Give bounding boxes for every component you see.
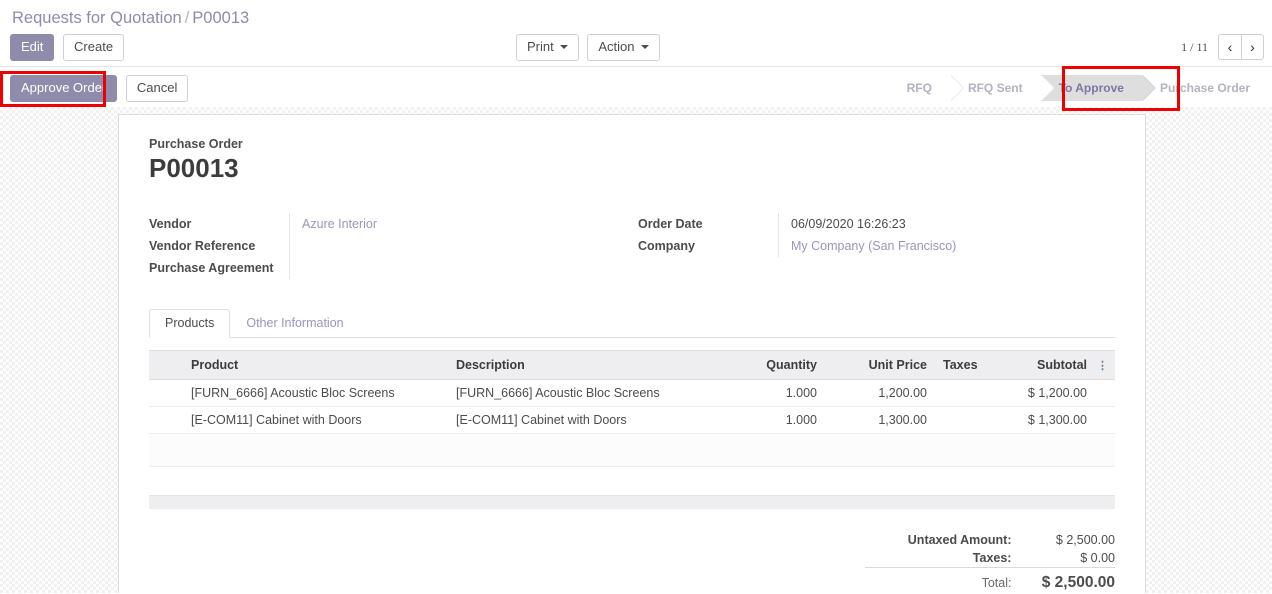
field-label-vendor-reference: Vendor Reference [149, 235, 290, 257]
totals-section: Untaxed Amount: $ 2,500.00 Taxes: $ 0.00… [149, 531, 1115, 594]
cell-taxes[interactable] [935, 407, 998, 434]
breadcrumb-parent-link[interactable]: Requests for Quotation [12, 9, 182, 27]
breadcrumb-current: P00013 [192, 9, 249, 27]
cell-subtotal: $ 1,300.00 [998, 407, 1095, 434]
statusbar-row: Approve Order Cancel RFQ RFQ Sent To App… [0, 66, 1272, 106]
cell-description[interactable]: [E-COM11] Cabinet with Doors [448, 407, 713, 434]
field-value-order-date[interactable]: 06/09/2020 16:26:23 [779, 213, 1116, 235]
dropdown-button-group: Print Action [516, 34, 660, 61]
order-lines-header-row: Product Description Quantity Unit Price … [149, 351, 1115, 380]
total-row: Total: $ 2,500.00 [865, 568, 1115, 594]
field-row-vendor-reference: Vendor Reference [149, 235, 632, 257]
field-value-purchase-agreement[interactable] [290, 257, 633, 279]
field-value-vendor[interactable]: Azure Interior [290, 213, 633, 235]
cell-product[interactable]: [FURN_6666] Acoustic Bloc Screens [183, 380, 448, 407]
tab-products[interactable]: Products [149, 309, 230, 338]
row-handle[interactable] [149, 407, 183, 434]
field-row-order-date: Order Date 06/09/2020 16:26:23 [638, 213, 1115, 235]
taxes-value: $ 0.00 [1011, 549, 1115, 568]
record-pager: 1 / 11 ‹ › [1181, 34, 1264, 60]
field-group-left: Vendor Azure Interior Vendor Reference P… [149, 213, 632, 279]
status-item-purchase-order[interactable]: Purchase Order [1142, 75, 1272, 101]
column-header-quantity[interactable]: Quantity [713, 351, 825, 380]
column-header-subtotal[interactable]: Subtotal [998, 351, 1095, 380]
action-label: Action [598, 39, 634, 54]
chevron-right-icon[interactable]: › [1241, 34, 1264, 60]
field-group-right: Order Date 06/09/2020 16:26:23 Company M… [632, 213, 1115, 279]
column-header-taxes[interactable]: Taxes [935, 351, 998, 380]
total-value: $ 2,500.00 [1011, 568, 1115, 594]
cell-row-options [1095, 407, 1115, 434]
status-item-to-approve[interactable]: To Approve [1041, 75, 1142, 101]
table-row[interactable]: [FURN_6666] Acoustic Bloc Screens [FURN_… [149, 380, 1115, 407]
notebook-tab-list: Products Other Information [149, 309, 1115, 338]
cell-unit-price[interactable]: 1,300.00 [825, 407, 935, 434]
field-label-vendor: Vendor [149, 213, 290, 235]
column-header-product[interactable]: Product [183, 351, 448, 380]
column-header-description[interactable]: Description [448, 351, 713, 380]
field-label-order-date: Order Date [638, 213, 779, 235]
taxes-row: Taxes: $ 0.00 [865, 549, 1115, 568]
create-button[interactable]: Create [63, 34, 124, 61]
field-label-purchase-agreement: Purchase Agreement [149, 257, 290, 279]
breadcrumb-separator: / [182, 9, 193, 27]
taxes-label: Taxes: [865, 549, 1011, 568]
cell-quantity[interactable]: 1.000 [713, 407, 825, 434]
print-label: Print [527, 39, 554, 54]
table-row[interactable]: [E-COM11] Cabinet with Doors [E-COM11] C… [149, 407, 1115, 434]
primary-button-row: Edit Create Print Action 1 / 11 ‹ › [0, 34, 1272, 66]
field-value-company[interactable]: My Company (San Francisco) [779, 235, 1116, 257]
page-title: P00013 [149, 153, 1115, 183]
totals-table: Untaxed Amount: $ 2,500.00 Taxes: $ 0.00… [865, 531, 1115, 594]
breadcrumb: Requests for Quotation/P00013 [12, 8, 1272, 28]
edit-button[interactable]: Edit [10, 34, 54, 61]
column-header-unit-price[interactable]: Unit Price [825, 351, 935, 380]
table-filler-row [149, 434, 1115, 467]
total-label: Total: [865, 568, 1011, 594]
field-row-purchase-agreement: Purchase Agreement [149, 257, 632, 279]
vertical-dots-icon[interactable]: ⋮ [1095, 351, 1115, 380]
action-dropdown-button[interactable]: Action [587, 34, 659, 61]
order-lines-table: Product Description Quantity Unit Price … [149, 350, 1115, 467]
chevron-down-icon [641, 45, 649, 49]
field-value-vendor-reference[interactable] [290, 235, 633, 257]
field-label-company: Company [638, 235, 779, 257]
status-item-rfq[interactable]: RFQ [889, 75, 950, 101]
handle-column-header [149, 351, 183, 380]
chevron-left-icon[interactable]: ‹ [1218, 34, 1241, 60]
cell-product[interactable]: [E-COM11] Cabinet with Doors [183, 407, 448, 434]
cell-description[interactable]: [FURN_6666] Acoustic Bloc Screens [448, 380, 713, 407]
untaxed-amount-value: $ 2,500.00 [1011, 531, 1115, 549]
status-pipeline: RFQ RFQ Sent To Approve Purchase Order [889, 75, 1272, 101]
print-dropdown-button[interactable]: Print [516, 34, 579, 61]
untaxed-amount-label: Untaxed Amount: [865, 531, 1011, 549]
pager-count[interactable]: 1 / 11 [1181, 34, 1208, 60]
cancel-button[interactable]: Cancel [126, 75, 188, 102]
control-panel-breadcrumb-bar: Requests for Quotation/P00013 [0, 0, 1272, 34]
field-row-vendor: Vendor Azure Interior [149, 213, 632, 235]
cell-quantity[interactable]: 1.000 [713, 380, 825, 407]
approve-order-button[interactable]: Approve Order [10, 75, 117, 102]
pager-buttons: ‹ › [1218, 34, 1264, 60]
filler-cell [149, 434, 1115, 467]
order-lines-footer-bar [149, 495, 1115, 509]
untaxed-amount-row: Untaxed Amount: $ 2,500.00 [865, 531, 1115, 549]
cell-row-options [1095, 380, 1115, 407]
record-subtitle: Purchase Order [149, 137, 1115, 151]
field-row-company: Company My Company (San Francisco) [638, 235, 1115, 257]
order-lines-container: Product Description Quantity Unit Price … [149, 350, 1115, 509]
cell-taxes[interactable] [935, 380, 998, 407]
field-groups: Vendor Azure Interior Vendor Reference P… [149, 213, 1115, 279]
form-sheet: Purchase Order P00013 Vendor Azure Inter… [118, 114, 1146, 593]
cell-unit-price[interactable]: 1,200.00 [825, 380, 935, 407]
row-handle[interactable] [149, 380, 183, 407]
tab-other-information[interactable]: Other Information [230, 309, 359, 338]
notebook: Products Other Information [149, 309, 1115, 594]
cell-subtotal: $ 1,200.00 [998, 380, 1095, 407]
chevron-down-icon [560, 45, 568, 49]
